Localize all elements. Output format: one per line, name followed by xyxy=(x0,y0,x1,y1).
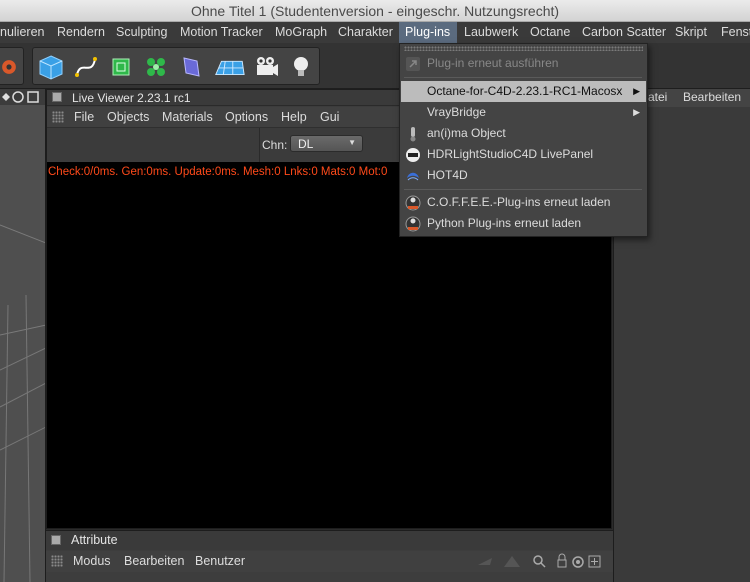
live-viewer-title: Live Viewer 2.23.1 rc1 xyxy=(72,91,191,105)
spline-pen-icon[interactable] xyxy=(70,51,102,83)
menu-octane[interactable]: Octane xyxy=(524,22,576,43)
menu-item-label: Plug-in erneut ausführen xyxy=(427,56,559,70)
attr-menu-modus[interactable]: Modus xyxy=(73,551,111,572)
menu-tearoff-grip[interactable] xyxy=(404,46,643,51)
viewport-left-pane[interactable] xyxy=(0,89,46,582)
anima-icon xyxy=(405,126,421,142)
coffee-reload-icon xyxy=(405,195,421,211)
menu-item-label: HOT4D xyxy=(427,168,468,182)
render-status-text: Check:0/0ms. Gen:0ms. Update:0ms. Mesh:0… xyxy=(48,166,388,178)
viewport-grid-lines xyxy=(0,224,45,582)
lv-menu-objects[interactable]: Objects xyxy=(107,107,149,127)
toolbar-group-objects xyxy=(32,47,320,85)
hdr-light-studio-icon xyxy=(405,147,421,163)
window-close-icon[interactable] xyxy=(52,92,62,102)
window-close-icon[interactable] xyxy=(51,535,61,545)
camera-icon[interactable] xyxy=(250,51,282,83)
window-title: Ohne Titel 1 (Studentenversion - eingesc… xyxy=(190,3,560,19)
lv-menu-options[interactable]: Options xyxy=(225,107,268,127)
menu-item-anima[interactable]: an(i)ma Object xyxy=(401,123,646,144)
menu-separator xyxy=(404,189,642,190)
attribute-manager: Attribute Modus Bearbeiten Benutzer xyxy=(46,530,613,582)
menu-separator xyxy=(404,77,642,78)
subdivision-icon[interactable] xyxy=(105,51,137,83)
lv-menu-help[interactable]: Help xyxy=(281,107,307,127)
om-menu-bearbeiten[interactable]: Bearbeiten xyxy=(683,90,741,104)
menu-laubwerk[interactable]: Laubwerk xyxy=(458,22,524,43)
plugins-dropdown-menu: Plug-in erneut ausführen Octane-for-C4D-… xyxy=(399,43,648,237)
menu-item-plugin-rerun[interactable]: Plug-in erneut ausführen xyxy=(401,53,646,74)
submenu-arrow-icon: ▶ xyxy=(633,86,640,96)
menu-item-coffee-reload[interactable]: C.O.F.F.E.E.-Plug-ins erneut laden xyxy=(401,192,646,213)
hot4d-icon xyxy=(405,168,421,184)
cloner-icon[interactable] xyxy=(140,51,172,83)
menu-item-hot4d[interactable]: HOT4D xyxy=(401,165,646,186)
menu-item-label: Octane-for-C4D-2.23.1-RC1-Macosx xyxy=(427,84,623,98)
viewport-nav-icons[interactable] xyxy=(0,89,46,105)
attribute-manager-menubar: Modus Bearbeiten Benutzer xyxy=(46,551,613,572)
menu-item-label: C.O.F.F.E.E.-Plug-ins erneut laden xyxy=(427,195,611,209)
menu-motion-tracker[interactable]: Motion Tracker xyxy=(174,22,269,43)
menu-item-hdr-light-studio[interactable]: HDRLightStudioC4D LivePanel xyxy=(401,144,646,165)
menu-item-label: VrayBridge xyxy=(427,105,486,119)
channel-divider xyxy=(259,128,260,162)
menu-fenster[interactable]: Fenst xyxy=(715,22,750,43)
menu-sculpting[interactable]: Sculpting xyxy=(110,22,173,43)
menu-item-python-reload[interactable]: Python Plug-ins erneut laden xyxy=(401,213,646,234)
grip-handle-icon[interactable] xyxy=(52,111,64,123)
attr-menu-benutzer[interactable]: Benutzer xyxy=(195,551,245,572)
menu-item-vraybridge[interactable]: VrayBridge ▶ xyxy=(401,102,646,123)
gear-tool-icon[interactable] xyxy=(0,51,21,83)
lv-menu-materials[interactable]: Materials xyxy=(162,107,213,127)
viewport-nav-bar xyxy=(0,89,46,105)
floor-icon[interactable] xyxy=(210,51,248,83)
channel-select[interactable]: DL ▼ xyxy=(290,135,363,152)
channel-label: Chn: xyxy=(262,138,288,152)
menu-item-octane[interactable]: Octane-for-C4D-2.23.1-RC1-Macosx ▶ xyxy=(401,81,646,102)
plugin-rerun-icon xyxy=(405,56,421,72)
menu-plug-ins[interactable]: Plug-ins xyxy=(399,22,457,43)
om-menu-datei[interactable]: atei xyxy=(648,90,667,104)
lv-menu-gui[interactable]: Gui xyxy=(320,107,339,127)
menu-mograph[interactable]: MoGraph xyxy=(269,22,333,43)
menu-simulieren[interactable]: nulieren xyxy=(0,22,50,43)
toolbar-group-left xyxy=(0,47,24,85)
menu-carbon-scatter[interactable]: Carbon Scatter xyxy=(576,22,672,43)
menu-skript[interactable]: Skript xyxy=(669,22,713,43)
channel-select-value: DL xyxy=(298,137,314,151)
window-title-bar: Ohne Titel 1 (Studentenversion - eingesc… xyxy=(0,0,750,22)
main-menubar: nulieren Rendern Sculpting Motion Tracke… xyxy=(0,22,750,43)
menu-item-label: an(i)ma Object xyxy=(427,126,506,140)
deformer-icon[interactable] xyxy=(175,51,207,83)
cube-icon[interactable] xyxy=(35,51,67,83)
menu-charakter[interactable]: Charakter xyxy=(332,22,399,43)
lv-menu-file[interactable]: File xyxy=(74,107,94,127)
light-bulb-icon[interactable] xyxy=(285,51,317,83)
python-reload-icon xyxy=(405,216,421,232)
menu-item-label: HDRLightStudioC4D LivePanel xyxy=(427,147,594,161)
attribute-manager-title: Attribute xyxy=(71,533,118,547)
menu-item-label: Python Plug-ins erneut laden xyxy=(427,216,582,230)
menu-rendern[interactable]: Rendern xyxy=(51,22,111,43)
attr-toolbar-icons[interactable] xyxy=(474,553,608,570)
submenu-arrow-icon: ▶ xyxy=(633,107,640,117)
chevron-down-icon: ▼ xyxy=(348,138,356,147)
grip-handle-icon[interactable] xyxy=(51,555,63,567)
attr-menu-bearbeiten[interactable]: Bearbeiten xyxy=(124,551,184,572)
attribute-manager-titlebar[interactable]: Attribute xyxy=(46,531,613,550)
